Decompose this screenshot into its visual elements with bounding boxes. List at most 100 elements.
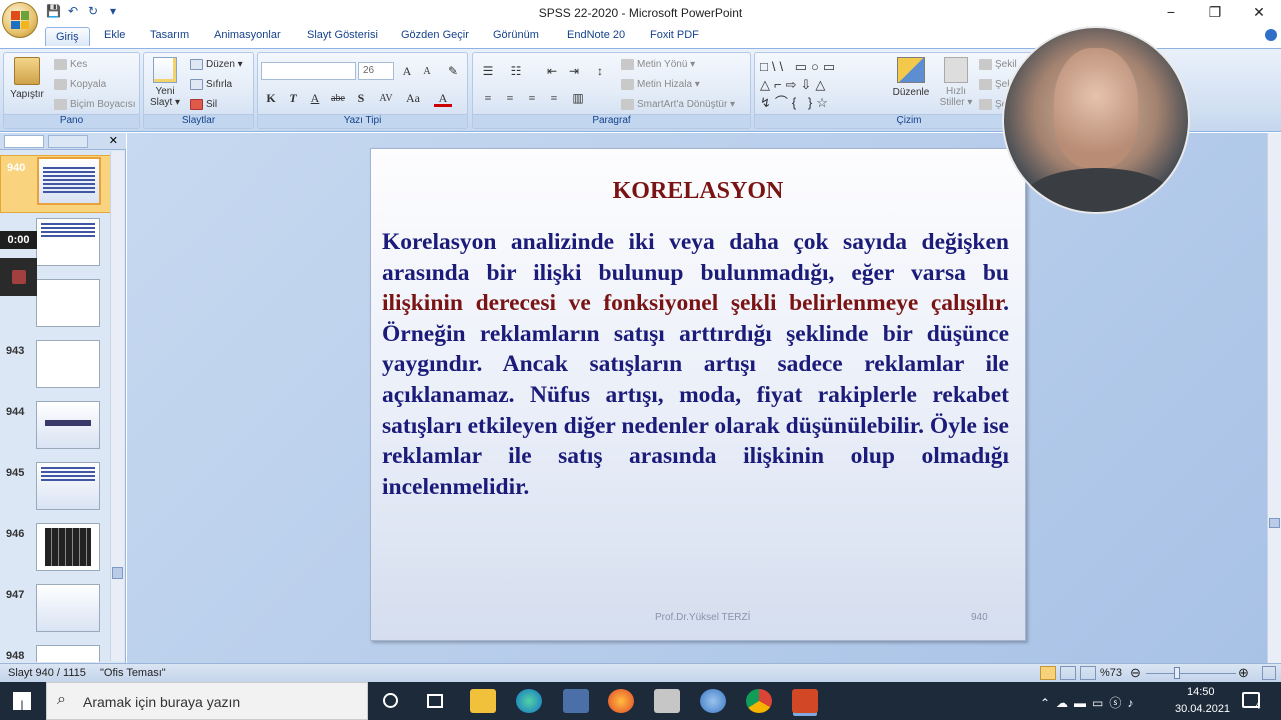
italic-button[interactable]: T — [284, 90, 302, 107]
copy-button[interactable]: Kopyala — [54, 79, 106, 90]
chrome-icon[interactable] — [746, 689, 772, 713]
slides-panel-scrollbar[interactable] — [110, 151, 124, 661]
font-size-box[interactable]: 26 — [358, 62, 394, 80]
system-tray-icons[interactable]: ⌃☁▬▭ⓢ♪ — [1040, 694, 1139, 711]
zoom-slider-handle[interactable] — [1174, 667, 1180, 679]
status-bar: Slayt 940 / 1115 "Ofis Teması" %73 ⊖ ⊕ — [0, 663, 1281, 682]
slide-thumbnail[interactable]: 945 — [0, 461, 112, 519]
font-family-box[interactable] — [261, 62, 356, 80]
bullets-icon[interactable]: ☰ — [479, 63, 497, 80]
slideshow-view-icon[interactable] — [1080, 666, 1096, 680]
app-icon[interactable] — [700, 689, 726, 713]
tab-ekle[interactable]: Ekle — [104, 29, 125, 41]
format-painter-button[interactable]: Biçim Boyacısı — [54, 99, 136, 110]
powerpoint-icon[interactable] — [792, 689, 818, 713]
slide-thumbnail[interactable]: 943 — [0, 339, 112, 397]
record-stop-button[interactable] — [0, 258, 37, 296]
fit-to-window-icon[interactable] — [1262, 666, 1276, 680]
arrange-button[interactable]: Düzenle — [889, 57, 933, 98]
close-button[interactable]: ✕ — [1237, 0, 1281, 26]
normal-view-icon[interactable] — [1040, 666, 1056, 680]
slide-thumbnail[interactable]: 948 — [0, 644, 112, 662]
scroll-thumb[interactable] — [112, 567, 123, 579]
taskbar-search[interactable]: ⌕ Aramak için buraya yazın — [46, 682, 368, 720]
tab-foxit-pdf[interactable]: Foxit PDF — [650, 29, 699, 41]
slide-sorter-view-icon[interactable] — [1060, 666, 1076, 680]
tab-tasarim[interactable]: Tasarım — [150, 29, 189, 41]
ribbon-help-icon[interactable] — [1265, 29, 1277, 41]
change-case-button[interactable]: Aa — [402, 90, 424, 107]
layout-button[interactable]: Düzen ▾ — [190, 59, 243, 70]
tab-gorunum[interactable]: Görünüm — [493, 29, 539, 41]
shadow-button[interactable]: S — [352, 90, 370, 107]
slide-thumbnail[interactable]: 946 — [0, 522, 112, 580]
line-spacing-icon[interactable]: ↕ — [591, 63, 609, 80]
group-title-slaytlar: Slaytlar — [144, 114, 253, 128]
tab-gozden-gecir[interactable]: Gözden Geçir — [401, 29, 469, 41]
zoom-in-icon[interactable]: ⊕ — [1238, 665, 1249, 681]
scroll-thumb[interactable] — [1269, 518, 1280, 528]
slide-body-text[interactable]: Korelasyon analizinde iki veya daha çok … — [382, 227, 1009, 502]
columns-icon[interactable]: ▥ — [569, 90, 587, 107]
zoom-slider[interactable] — [1146, 673, 1236, 674]
increase-indent-icon[interactable]: ⇥ — [565, 63, 583, 80]
clock-time[interactable]: 14:50 — [1187, 686, 1215, 698]
align-text-button[interactable]: Metin Hizala ▾ — [621, 79, 700, 90]
minimize-button[interactable]: − — [1149, 0, 1193, 26]
bold-button[interactable]: K — [262, 90, 280, 107]
shrink-font-icon[interactable]: A — [418, 63, 436, 80]
new-slide-button[interactable]: Yeni Slayt ▾ — [148, 57, 182, 108]
edge-icon[interactable] — [516, 689, 542, 713]
tab-animasyonlar[interactable]: Animasyonlar — [214, 29, 281, 41]
close-panel-icon[interactable]: ✕ — [109, 134, 118, 147]
underline-button[interactable]: A — [306, 90, 324, 107]
task-view-icon[interactable] — [427, 694, 443, 708]
delete-slide-button[interactable]: Sil — [190, 99, 217, 110]
editor-scrollbar[interactable] — [1267, 133, 1281, 663]
paint-icon[interactable] — [654, 689, 680, 713]
tab-giris[interactable]: Giriş — [45, 27, 90, 46]
slide-thumbnail[interactable]: 947 — [0, 583, 112, 641]
slide-thumbnail[interactable]: 944 — [0, 400, 112, 458]
align-left-icon[interactable]: ≡ — [479, 90, 497, 107]
justify-icon[interactable]: ≡ — [545, 90, 563, 107]
slide-title[interactable]: KORELASYON — [371, 178, 1025, 205]
theme-name[interactable]: "Ofis Teması" — [100, 667, 166, 679]
paste-button[interactable]: Yapıştır — [10, 57, 44, 100]
align-center-icon[interactable]: ≡ — [501, 90, 519, 107]
cut-button[interactable]: Kes — [54, 59, 87, 70]
shape-fill-button[interactable]: Şekil — [979, 59, 1017, 70]
clock-date[interactable]: 30.04.2021 — [1175, 703, 1230, 715]
quick-styles-button[interactable]: Hızlı Stiller ▾ — [939, 57, 973, 108]
window-controls: − ❐ ✕ — [1149, 0, 1281, 26]
zoom-out-icon[interactable]: ⊖ — [1130, 665, 1141, 681]
fill-icon — [979, 59, 992, 70]
slide-canvas[interactable]: KORELASYON Korelasyon analizinde iki vey… — [370, 148, 1026, 641]
firefox-icon[interactable] — [608, 689, 634, 713]
text-direction-button[interactable]: Metin Yönü ▾ — [621, 59, 695, 70]
numbering-icon[interactable]: ☷ — [507, 63, 525, 80]
font-color-button[interactable]: A — [434, 90, 452, 107]
windows-start-icon[interactable] — [13, 692, 31, 710]
reset-button[interactable]: Sıfırla — [190, 79, 232, 90]
office-button[interactable] — [2, 2, 38, 38]
char-spacing-button[interactable]: AV — [374, 90, 398, 107]
file-explorer-icon[interactable] — [470, 689, 496, 713]
strikethrough-button[interactable]: abe — [326, 90, 350, 107]
shapes-gallery[interactable]: □\\ ▭○▭ △⌐⇨⇩△ ↯⌒{ }☆ — [760, 58, 880, 114]
zoom-level[interactable]: %73 — [1100, 667, 1122, 679]
maximize-button[interactable]: ❐ — [1193, 0, 1237, 26]
slide-thumbnail[interactable]: 940 — [0, 155, 112, 213]
decrease-indent-icon[interactable]: ⇤ — [543, 63, 561, 80]
cortana-icon[interactable] — [383, 693, 398, 708]
clear-format-icon[interactable]: ✎ — [444, 63, 462, 80]
grow-font-icon[interactable]: A — [398, 63, 416, 80]
thumbnail-image — [36, 645, 100, 662]
calculator-icon[interactable] — [563, 689, 589, 713]
tab-endnote[interactable]: EndNote 20 — [567, 29, 625, 41]
smartart-button[interactable]: SmartArt'a Dönüştür ▾ — [621, 99, 735, 110]
tab-slayt-gosterisi[interactable]: Slayt Gösterisi — [307, 29, 378, 41]
align-right-icon[interactable]: ≡ — [523, 90, 541, 107]
slides-tab[interactable] — [4, 135, 44, 148]
outline-tab[interactable] — [48, 135, 88, 148]
